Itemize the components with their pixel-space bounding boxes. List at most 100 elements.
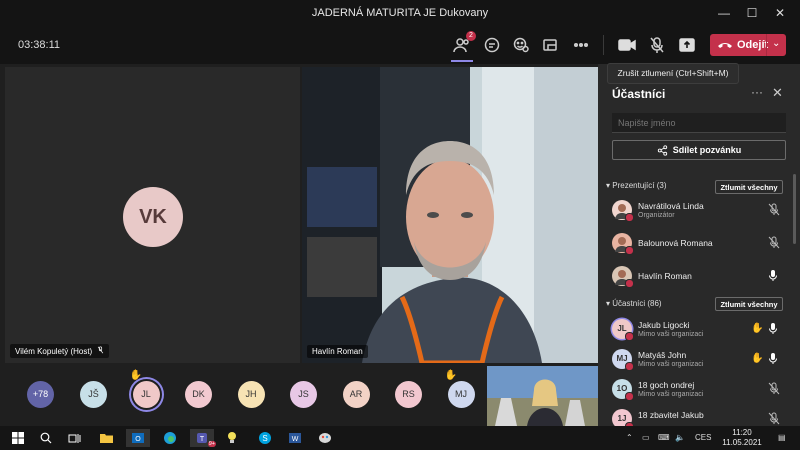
mic-icon[interactable]: [768, 269, 780, 283]
participant-avatar[interactable]: JL: [132, 381, 160, 408]
chevron-down-icon[interactable]: ⌄: [772, 38, 780, 49]
reactions-icon[interactable]: [509, 34, 533, 56]
mic-icon[interactable]: [768, 352, 780, 366]
video-stage: VK Vilém Kopuletý (Host) Havlín Roman: [0, 64, 598, 364]
search-input[interactable]: [612, 113, 786, 133]
participant-avatar[interactable]: JŠ: [80, 381, 107, 408]
share-invite-button[interactable]: Sdílet pozvánku: [612, 140, 786, 160]
chat-icon[interactable]: [480, 34, 504, 56]
mute-all-attendees-button[interactable]: Ztlumit všechny: [715, 297, 783, 311]
video-tile-speaker[interactable]: Havlín Roman: [302, 67, 598, 363]
share-link-icon: [657, 144, 667, 156]
volume-icon[interactable]: 🔈: [675, 433, 685, 442]
mic-off-icon[interactable]: [768, 382, 780, 396]
file-explorer-icon[interactable]: [96, 429, 116, 447]
attendee-row[interactable]: MJ Matyáš John Mimo vaši organizaci ✋: [612, 346, 786, 372]
task-view-icon[interactable]: [64, 429, 84, 447]
skype-icon[interactable]: S: [255, 429, 275, 447]
svg-text:T: T: [200, 436, 205, 443]
active-tab-indicator: [451, 60, 473, 62]
taskbar-clock[interactable]: 11:20 11.05.2021: [720, 428, 764, 448]
mic-off-icon[interactable]: [768, 203, 780, 217]
camera-icon[interactable]: [615, 34, 639, 56]
word-icon[interactable]: W: [285, 429, 305, 447]
status-dot: [625, 279, 634, 288]
self-view-image: [487, 366, 598, 426]
participant-name: Havlín Roman: [638, 271, 692, 281]
participant-name-chip: Vilém Kopuletý (Host): [10, 344, 110, 358]
mic-off-icon: [98, 346, 104, 354]
chevron-down-icon: ▾: [606, 299, 611, 308]
mute-all-presenters-button[interactable]: Ztlumit všechny: [715, 180, 783, 194]
participant-role: Organizátor: [638, 212, 675, 219]
call-controls-bar: 03:38:11 2 Odejít ⌄: [0, 26, 800, 65]
status-dot: [625, 332, 634, 341]
participant-avatar[interactable]: DK: [185, 381, 212, 408]
keyboard-icon[interactable]: ⌨: [658, 433, 670, 442]
phone-icon: [718, 43, 732, 48]
call-timer: 03:38:11: [18, 39, 61, 51]
attendee-row[interactable]: JL Jakub Ligocki Mimo vaši organizaci ✋: [612, 316, 786, 342]
more-icon[interactable]: [569, 34, 593, 56]
participant-avatar[interactable]: RS: [395, 381, 422, 408]
minimize-button[interactable]: —: [713, 4, 735, 22]
status-dot: [625, 362, 634, 371]
people-icon[interactable]: 2: [450, 31, 476, 62]
mic-icon[interactable]: [768, 322, 780, 336]
participant-name: Jakub Ligocki: [638, 320, 690, 330]
share-invite-label: Sdílet pozvánku: [672, 145, 742, 155]
participant-avatar[interactable]: JH: [237, 381, 265, 408]
svg-text:W: W: [292, 436, 299, 443]
mic-off-icon[interactable]: [768, 236, 780, 250]
search-icon[interactable]: [36, 429, 56, 447]
participant-avatar[interactable]: MJ: [447, 381, 475, 408]
windows-taskbar: O T 9+ S W ⌃ ▭ ⌨ 🔈 CES 11:20 11.05.2021 …: [0, 426, 800, 450]
lightbulb-icon[interactable]: [222, 429, 242, 447]
notifications-icon[interactable]: ▤: [778, 433, 786, 442]
outlook-icon[interactable]: O: [126, 429, 150, 447]
svg-text:O: O: [135, 436, 141, 443]
more-options-icon[interactable]: ···: [751, 85, 763, 99]
maximize-button[interactable]: ☐: [741, 4, 763, 22]
participant-name-chip: Havlín Roman: [307, 345, 368, 358]
share-icon[interactable]: [675, 34, 699, 56]
participant-name: Balounová Romana: [638, 238, 713, 248]
participant-avatar[interactable]: AR: [342, 381, 370, 408]
participant-name: Matyáš John: [638, 350, 687, 360]
attendee-row[interactable]: 1O 18 goch ondrej Mimo vaši organizaci: [612, 376, 786, 402]
panel-scrollbar[interactable]: [793, 174, 796, 244]
close-window-button[interactable]: ✕: [769, 4, 791, 22]
raised-hand-icon: ✋: [129, 370, 142, 381]
mic-off-icon[interactable]: [768, 412, 780, 426]
teams-notification-badge: 9+: [207, 441, 216, 447]
participants-panel: Účastníci ··· ✕ Sdílet pozvánku ▾ Prezen…: [598, 64, 800, 431]
leave-button[interactable]: Odejít ⌄: [710, 34, 786, 56]
windows-start-icon[interactable]: [8, 429, 28, 447]
participants-badge: 2: [466, 31, 476, 41]
presenter-row[interactable]: Navrátilová Linda Organizátor: [612, 197, 786, 223]
chevron-up-icon[interactable]: ⌃: [626, 433, 633, 442]
title-bar: JADERNÁ MATURITA JE Dukovany — ☐ ✕: [0, 0, 800, 26]
edge-icon[interactable]: [160, 429, 180, 447]
mic-off-icon[interactable]: [645, 34, 669, 56]
more-participants-button[interactable]: +78: [27, 381, 54, 408]
clock-time: 11:20: [732, 428, 752, 437]
raised-hand-icon: ✋: [444, 370, 457, 381]
attendees-section-toggle[interactable]: ▾ Účastníci (86): [606, 299, 662, 308]
presenters-section-toggle[interactable]: ▾ Prezentující (3): [606, 181, 667, 190]
self-view-video[interactable]: [487, 366, 598, 426]
close-icon[interactable]: ✕: [772, 85, 783, 101]
status-dot: [625, 246, 634, 255]
presenter-row[interactable]: Havlín Roman: [612, 263, 786, 289]
participant-avatar[interactable]: JS: [290, 381, 317, 408]
language-indicator[interactable]: CES: [695, 433, 711, 442]
participant-name: Vilém Kopuletý (Host): [15, 347, 93, 356]
presenters-section-label: Prezentující (3): [612, 181, 667, 190]
video-tile-host[interactable]: VK Vilém Kopuletý (Host): [5, 67, 300, 363]
rooms-icon[interactable]: [538, 34, 562, 56]
presenter-row[interactable]: Balounová Romana: [612, 230, 786, 256]
paint-icon[interactable]: [315, 429, 335, 447]
panel-title: Účastníci: [612, 87, 666, 101]
network-icon[interactable]: ▭: [642, 433, 650, 442]
teams-icon[interactable]: T 9+: [190, 429, 216, 447]
